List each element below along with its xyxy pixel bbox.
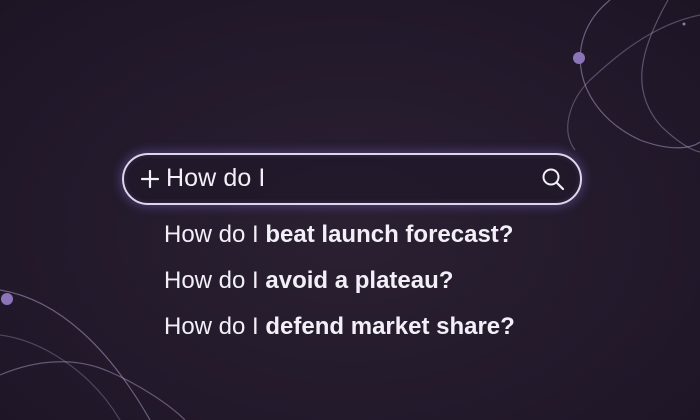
orbit-decoration bbox=[0, 0, 700, 420]
suggestion-item[interactable]: How do I avoid a plateau? bbox=[164, 263, 515, 309]
orbit-node-top bbox=[573, 52, 585, 64]
orbit-node-bottom bbox=[1, 293, 13, 305]
suggestion-item[interactable]: How do I beat launch forecast? bbox=[164, 217, 515, 263]
search-input[interactable]: How do I bbox=[166, 164, 265, 193]
suggestion-prefix: How do I bbox=[164, 313, 259, 340]
search-bar[interactable]: How do I bbox=[122, 153, 582, 205]
suggestion-prefix: How do I bbox=[164, 221, 259, 248]
suggestion-prefix: How do I bbox=[164, 267, 259, 294]
suggestion-completion: avoid a plateau? bbox=[265, 267, 454, 294]
hero-canvas: How do I How do I beat launch forecast? … bbox=[0, 0, 700, 420]
suggestion-completion: beat launch forecast? bbox=[265, 221, 514, 248]
plus-icon[interactable] bbox=[141, 170, 159, 188]
search-icon[interactable] bbox=[540, 166, 566, 192]
suggestion-list: How do I beat launch forecast? How do I … bbox=[164, 217, 515, 355]
suggestion-completion: defend market share? bbox=[265, 313, 515, 340]
suggestion-item[interactable]: How do I defend market share? bbox=[164, 309, 515, 355]
